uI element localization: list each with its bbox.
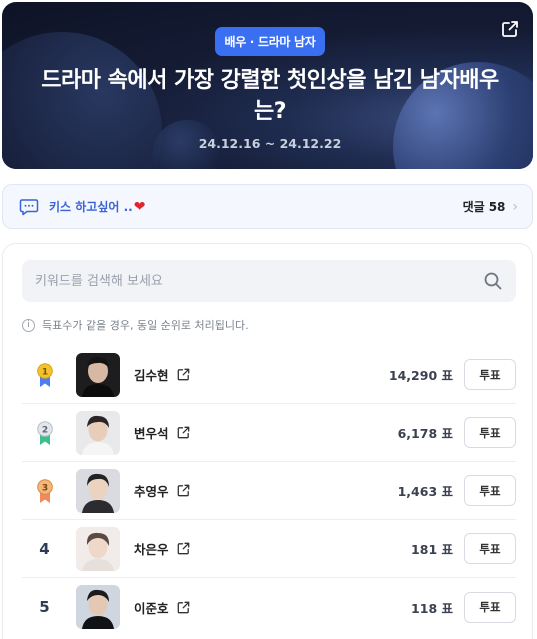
comment-bar[interactable]: 키스 하고싶어 .. ❤ 댓글 58 › <box>2 184 533 229</box>
comment-count-value: 58 <box>488 199 506 214</box>
candidate-name: 이준호 <box>134 600 169 616</box>
comment-count-label: 댓글 <box>462 200 485 214</box>
avatar <box>76 352 120 397</box>
vote-count: 14,290 표 <box>388 368 453 383</box>
comment-count[interactable]: 댓글 58 › <box>463 198 518 215</box>
vote-button[interactable]: 투표 <box>464 591 516 623</box>
candidate-name-wrap[interactable]: 변우석 <box>134 423 190 442</box>
date-range: 24.12.16 ~ 24.12.22 <box>198 136 342 151</box>
external-link-icon[interactable] <box>177 601 190 614</box>
candidate-name: 차은우 <box>134 542 169 557</box>
heart-emoji: ❤ <box>133 198 146 215</box>
avatar <box>76 585 120 629</box>
search-box[interactable] <box>22 260 516 302</box>
info-icon: i <box>22 318 35 332</box>
external-link-icon[interactable] <box>177 368 190 381</box>
chat-icon <box>19 198 39 215</box>
avatar <box>76 526 120 571</box>
avatar <box>76 410 120 455</box>
candidate-row: 3 추영우 1,463 표 투표 <box>22 462 516 520</box>
candidate-name-wrap[interactable]: 차은우 <box>134 539 190 558</box>
external-link-icon[interactable] <box>177 484 190 497</box>
avatar <box>76 468 120 513</box>
tie-notice: i 득표수가 같을 경우, 동일 순위로 처리됩니다. <box>22 317 249 333</box>
rank-cell: 4 <box>22 540 67 558</box>
vote-card: i 득표수가 같을 경우, 동일 순위로 처리됩니다. 1 김수현 <box>2 243 533 639</box>
latest-comment-text: 키스 하고싶어 .. <box>49 200 133 214</box>
candidate-row: 2 변우석 6,178 표 투표 <box>22 404 516 462</box>
svg-text:2: 2 <box>41 425 47 435</box>
share-icon[interactable] <box>501 20 519 38</box>
candidate-name: 변우석 <box>134 426 169 441</box>
candidate-name-wrap[interactable]: 추영우 <box>134 481 190 500</box>
category-badge: 배우 · 드라마 남자 <box>215 27 325 56</box>
vote-button[interactable]: 투표 <box>464 475 516 506</box>
svg-text:3: 3 <box>41 483 47 493</box>
rank-number: 4 <box>39 539 50 558</box>
vote-count: 118 표 <box>411 600 453 616</box>
search-input[interactable] <box>35 273 483 289</box>
hero-banner: 배우 · 드라마 남자 드라마 속에서 가장 강렬한 첫인상을 남긴 남자배우는… <box>2 2 533 169</box>
candidate-name-wrap[interactable]: 김수현 <box>134 365 190 384</box>
search-icon[interactable] <box>483 271 503 291</box>
chevron-right-icon: › <box>512 198 518 215</box>
rank-cell: 2 <box>22 420 67 446</box>
rank-cell: 5 <box>22 598 67 616</box>
vote-count: 181 표 <box>411 542 453 557</box>
silver-medal-icon: 2 <box>36 420 53 445</box>
rank-cell: 1 <box>22 362 67 388</box>
candidate-row: 1 김수현 14,290 표 투표 <box>22 346 516 404</box>
candidate-row: 5 이준호 118 표 투표 <box>22 578 516 636</box>
vote-button[interactable]: 투표 <box>464 359 516 390</box>
tie-notice-text: 득표수가 같을 경우, 동일 순위로 처리됩니다. <box>42 319 249 332</box>
gold-medal-icon: 1 <box>36 362 53 387</box>
external-link-icon[interactable] <box>177 542 190 555</box>
candidate-name-wrap[interactable]: 이준호 <box>134 598 190 617</box>
svg-text:1: 1 <box>41 367 47 377</box>
external-link-icon[interactable] <box>177 426 190 439</box>
candidate-name: 김수현 <box>134 368 169 383</box>
vote-button[interactable]: 투표 <box>464 417 516 448</box>
vote-count: 6,178 표 <box>397 426 453 441</box>
vote-count: 1,463 표 <box>397 484 453 499</box>
bronze-medal-icon: 3 <box>36 478 53 503</box>
candidate-row: 4 차은우 181 표 투표 <box>22 520 516 578</box>
vote-button[interactable]: 투표 <box>464 533 516 564</box>
rank-cell: 3 <box>22 478 67 504</box>
candidate-name: 추영우 <box>134 484 169 499</box>
page-title: 드라마 속에서 가장 강렬한 첫인상을 남긴 남자배우는? <box>41 68 499 124</box>
rank-number: 5 <box>39 598 50 616</box>
